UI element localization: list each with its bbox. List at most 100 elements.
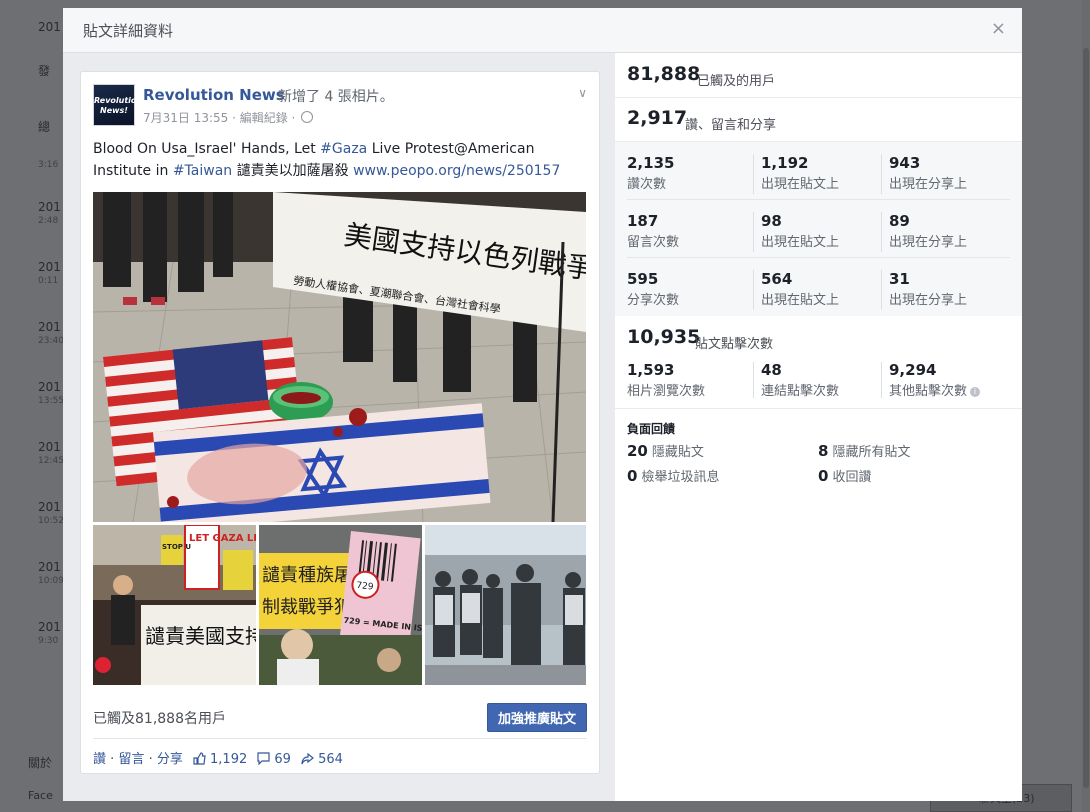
protest-photo-2: 譴責種族屠殺 制裁戰爭犯 729 729 = MADE IN IS [259,525,422,685]
post-divider [93,738,587,739]
bg-item: 總 [38,120,51,134]
photo-views: 1,593 相片瀏覽次數 [627,361,706,399]
sign-text: LET GAZA LIVE [189,533,256,544]
globe-icon [301,111,314,123]
dialog-title: 貼文詳細資料 [83,22,174,40]
negative-feedback-title: 負面回饋 [627,422,676,436]
separator: · [148,752,153,767]
post-card: Revolution News! Revolution News 新增了 4 張… [80,71,600,774]
protest-photo-main: 美國支持以色列戰爭 勞動人權協會、夏潮聯合會、台灣社會科學 [93,192,586,522]
bg-footer-sub: Face [28,789,53,802]
background-timeline: 201 發 總 3:16 201 2:48 201 0:11 201 23:40 20… [28,0,68,812]
post-photo-thumb-2[interactable]: 譴責種族屠殺 制裁戰爭犯 729 729 = MADE IN IS [259,525,422,685]
post-text-part: Blood On Usa_Israel' Hands, Let [93,141,321,157]
page-avatar[interactable]: Revolution News! [93,84,142,126]
post-reach-text: 已觸及81,888名用戶 [93,711,226,727]
shares-on-shares: 31 出現在分享上 [889,270,968,308]
share-icon [301,752,315,765]
post-insights-panel: 81,888 已觸及的用戶 2,917 讚、留言和分享 2,135 讚次數 1,1… [615,53,1022,801]
separator: · [110,752,115,767]
bg-footer-link[interactable]: 關於 [28,754,53,771]
sign-text: STOP U [162,543,191,551]
banner-text: 譴責美國支持 [145,624,256,648]
comment-link[interactable]: 留言 [118,752,144,767]
share-link[interactable]: 分享 [157,752,183,767]
dialog-header: 貼文詳細資料 × [63,8,1022,53]
clicks-label: 貼文點擊次數 [695,337,774,352]
engagement-label: 讚、留言和分享 [685,118,777,133]
column-divider [753,362,754,398]
bg-item: 201 12:45 [38,440,64,466]
reach-number: 81,888 [627,63,701,85]
info-icon[interactable]: i [970,387,981,397]
engagement-breakdown: 2,135 讚次數 1,192 出現在貼文上 943 出現在分享上 187 留言次數 9… [615,142,1022,316]
post-meta: 7月31日 13:55 · 編輯紀錄 · [143,109,314,126]
report-spam-count: 0 檢舉垃圾訊息 [627,467,720,485]
column-divider [881,270,882,310]
page-scrollbar[interactable] [1082,0,1090,812]
shares-total: 595 分享次數 [627,270,680,308]
thumbs-up-icon [193,752,206,765]
post-actions-bar: 讚 · 留言 · 分享 1,192 69 564 [93,748,343,767]
bg-item: 201 10:09 [38,560,64,586]
likes-on-post: 1,192 出現在貼文上 [761,154,840,192]
other-clicks: 9,294 其他點擊次數 i [889,361,1014,399]
post-photo-row: LET GAZA LIVE STOP U 譴責美國支持 [93,525,586,685]
scrollbar-thumb[interactable] [1083,48,1089,788]
comments-on-shares: 89 出現在分享上 [889,212,968,250]
bg-item: 201 0:11 [38,260,61,286]
bg-item: 發 [38,64,51,78]
bg-item: 201 2:48 [38,200,61,226]
like-link[interactable]: 讚 [93,752,106,767]
engagement-number: 2,917 [627,107,688,129]
bg-item: 201 23:40 [38,320,64,346]
column-divider [881,212,882,252]
post-timestamp[interactable]: 7月31日 13:55 · 編輯紀錄 · [143,111,295,125]
hashtag-gaza-link[interactable]: #Gaza [320,141,367,157]
post-header: Revolution News! Revolution News 新增了 4 張… [93,84,587,128]
post-photo-main[interactable]: 美國支持以色列戰爭 勞動人權協會、夏潮聯合會、台灣社會科學 [93,192,586,522]
comment-count[interactable]: 69 [274,752,291,767]
post-photo-thumb-1[interactable]: LET GAZA LIVE STOP U 譴責美國支持 [93,525,256,685]
close-icon[interactable]: × [991,18,1006,39]
clicks-row: 10,935 貼文點擊次數 1,593 相片瀏覽次數 48 連結點擊次數 9,294… [615,316,1022,409]
sign-text: 制裁戰爭犯 [262,597,352,618]
likes-on-shares: 943 出現在分享上 [889,154,968,192]
post-photo-thumb-3[interactable] [425,525,586,685]
unlike-count: 0 收回讚 [818,467,872,485]
column-divider [881,362,882,398]
post-text: Blood On Usa_Israel' Hands, Let #Gaza Li… [93,138,587,182]
link-clicks: 48 連結點擊次數 [761,361,840,399]
likes-total: 2,135 讚次數 [627,154,675,192]
comments-on-post: 98 出現在貼文上 [761,212,840,250]
post-text-part: 譴責美以加薩屠殺 [232,163,354,179]
protest-photo-1: LET GAZA LIVE STOP U 譴責美國支持 [93,525,256,685]
share-count[interactable]: 564 [318,752,343,767]
page-name-link[interactable]: Revolution News [143,86,285,104]
like-count[interactable]: 1,192 [210,752,247,767]
column-divider [753,212,754,252]
reach-label: 已觸及的用戶 [697,74,776,89]
boost-post-button[interactable]: 加強推廣貼文 [486,703,587,732]
hide-all-posts-count: 8 隱藏所有貼文 [818,442,911,460]
post-external-link[interactable]: www.peopo.org/news/250157 [353,163,560,179]
post-details-dialog: 貼文詳細資料 × Revolution News! Revolution New… [63,8,1022,801]
bg-footer: 關於 Face [28,754,53,802]
clicks-number: 10,935 [627,326,701,348]
chevron-down-icon[interactable]: ∨ [578,86,587,100]
column-divider [753,270,754,310]
shares-on-post: 564 出現在貼文上 [761,270,840,308]
comment-icon [257,752,270,766]
bg-item: 201 9:30 [38,620,61,646]
row-divider [627,257,1010,258]
comments-total: 187 留言次數 [627,212,680,250]
bg-item: 201 [38,20,61,34]
protest-photo-3 [425,525,586,685]
column-divider [753,154,754,194]
engagement-row: 2,917 讚、留言和分享 [615,97,1022,142]
hashtag-taiwan-link[interactable]: #Taiwan [173,163,232,179]
row-divider [627,199,1010,200]
post-action-text: 新增了 4 張相片。 [278,89,394,105]
column-divider [881,154,882,194]
reach-row: 81,888 已觸及的用戶 [615,53,1022,98]
